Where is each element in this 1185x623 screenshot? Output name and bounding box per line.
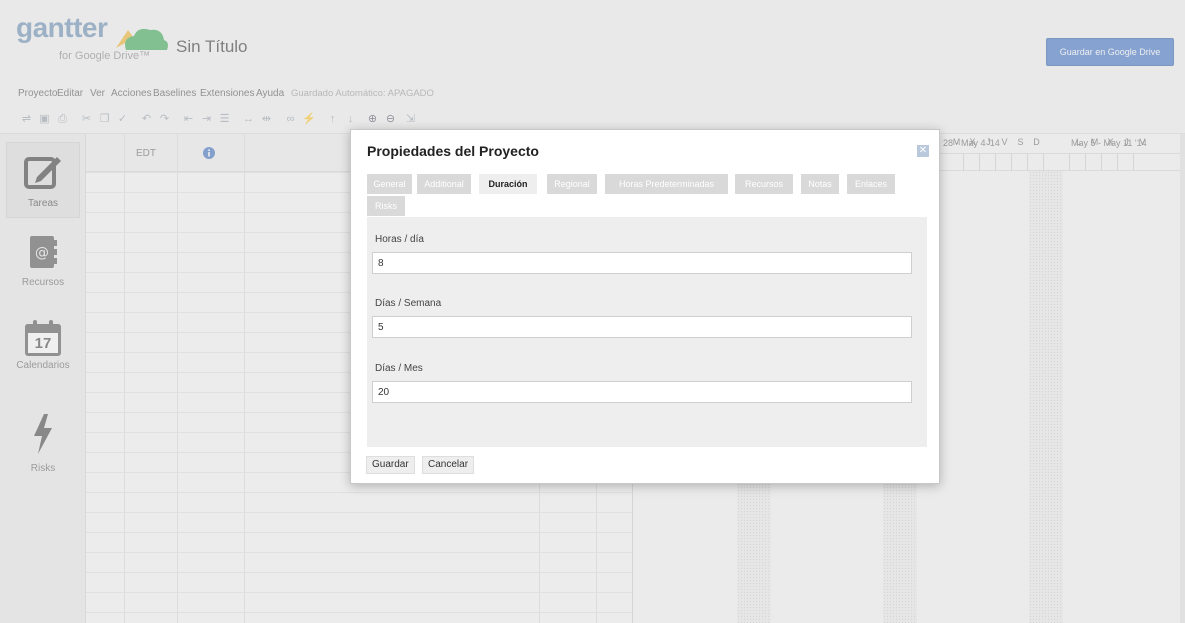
days-per-week-label: Días / Semana (375, 298, 442, 309)
duration-panel: Horas / día Días / Semana Días / Mes (367, 217, 927, 447)
hours-per-day-label: Horas / día (375, 234, 424, 245)
tab-enlaces[interactable]: Enlaces (847, 174, 895, 194)
days-per-month-label: Días / Mes (375, 363, 423, 374)
tab-regional[interactable]: Regional (547, 174, 597, 194)
close-icon[interactable]: ✕ (917, 145, 929, 157)
tab-horas-predeterminadas[interactable]: Horas Predeterminadas (605, 174, 728, 194)
project-properties-dialog: Propiedades del Proyecto ✕ General Addit… (350, 129, 940, 484)
dialog-title: Propiedades del Proyecto (367, 143, 539, 159)
cancel-button[interactable]: Cancelar (422, 456, 475, 474)
tab-recursos[interactable]: Recursos (735, 174, 793, 194)
tab-notas[interactable]: Notas (801, 174, 839, 194)
days-per-month-input[interactable] (372, 381, 912, 403)
days-per-week-input[interactable] (372, 316, 912, 338)
save-button[interactable]: Guardar (366, 456, 415, 474)
tab-duracion[interactable]: Duración (479, 174, 537, 194)
tab-general[interactable]: General (367, 174, 412, 194)
dialog-tabs: General Additional Duración Regional Hor… (367, 174, 927, 218)
hours-per-day-input[interactable] (372, 252, 912, 274)
tab-additional[interactable]: Additional (417, 174, 471, 194)
tab-risks[interactable]: Risks (367, 196, 405, 216)
